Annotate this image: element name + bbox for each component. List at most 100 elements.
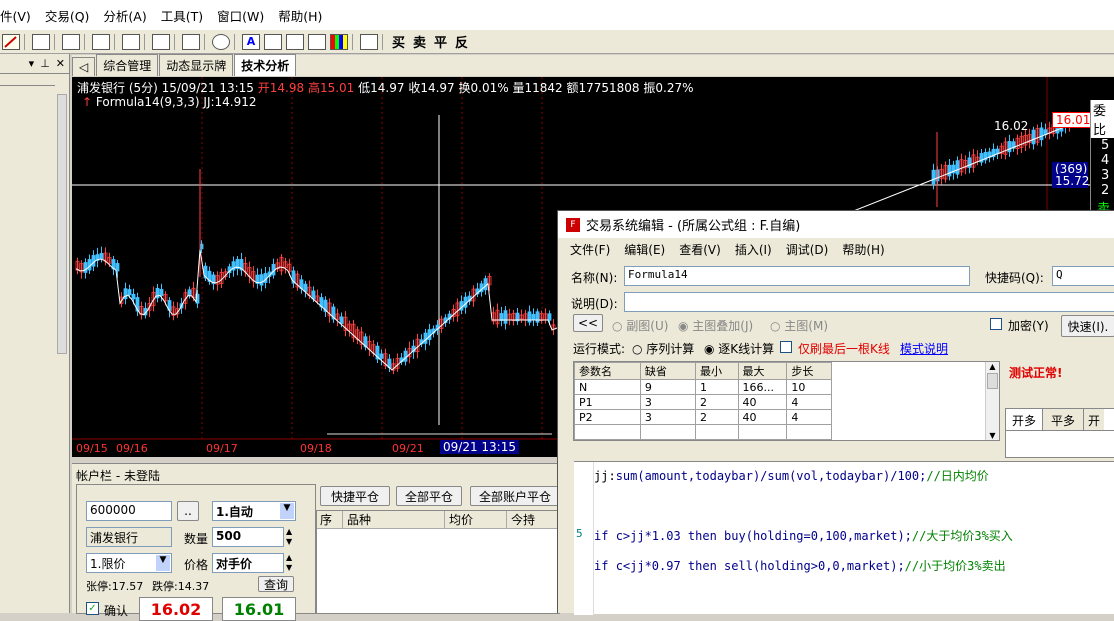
param-cell[interactable]: 3 — [639, 394, 697, 410]
menu-view[interactable]: 件(V) — [0, 6, 38, 25]
tab-technical[interactable]: 技术分析 — [234, 54, 297, 76]
buy-price-button[interactable]: 16.02 — [139, 597, 213, 621]
sell-quick-button[interactable]: 卖 — [411, 32, 428, 51]
code-line-6[interactable]: if c<jj*0.97 then sell(holding>0,0,marke… — [594, 557, 1006, 574]
menu-tools[interactable]: 工具(T) — [154, 6, 210, 25]
order-book-level-3: 3 — [1101, 168, 1110, 183]
param-cell[interactable]: 4 — [786, 409, 832, 425]
param-cell[interactable]: N — [574, 379, 641, 395]
confirm-checkbox[interactable]: ✓ — [86, 602, 99, 615]
list-icon[interactable] — [32, 33, 50, 50]
param-cell[interactable]: 3 — [639, 409, 697, 425]
dlg-menu-view[interactable]: 查看(V) — [673, 241, 727, 258]
table-row[interactable]: N 9 1 166... 10 — [574, 379, 832, 395]
collapse-button[interactable]: << — [573, 314, 603, 332]
radio-bar-calc[interactable]: ◉ 逐K线计算 — [704, 340, 774, 357]
code-line-5[interactable]: if c>jj*1.03 then buy(holding=0,100,mark… — [594, 527, 1013, 544]
copy-icon[interactable] — [308, 33, 326, 50]
rectangle-icon[interactable] — [182, 33, 200, 50]
quick-button[interactable]: 快速(I). — [1061, 315, 1114, 337]
radio-main-chart[interactable]: ○ 主图(M) — [770, 317, 828, 334]
text-icon[interactable]: A — [242, 33, 260, 50]
sell-price-button[interactable]: 16.01 — [222, 597, 296, 621]
order-book-level-4: 4 — [1101, 153, 1110, 168]
code-browse-button[interactable]: .. — [177, 501, 199, 521]
param-cell[interactable]: P1 — [574, 394, 641, 410]
scrollbar[interactable] — [57, 94, 67, 354]
dlg-menu-help[interactable]: 帮助(H) — [836, 241, 890, 258]
param-cell[interactable]: 2 — [695, 409, 739, 425]
dropdown-icon[interactable]: ▾ — [29, 57, 35, 70]
stepper-arrows-icon[interactable]: ▲ ▼ — [286, 553, 292, 573]
params-scrollbar[interactable]: ▲ ▼ — [985, 362, 999, 440]
table-row[interactable]: P1 3 2 40 4 — [574, 394, 832, 410]
image-icon[interactable] — [264, 33, 282, 50]
tab-scroll-left[interactable]: ◁ — [72, 57, 96, 76]
name-label: 名称(N): — [571, 271, 618, 285]
tab-open-short[interactable]: 开 — [1084, 409, 1105, 430]
pencil-icon[interactable] — [2, 33, 20, 50]
reverse-quick-button[interactable]: 反 — [453, 32, 470, 51]
param-cell[interactable]: 9 — [639, 379, 697, 395]
param-cell[interactable]: 40 — [737, 394, 788, 410]
bar-chart-icon[interactable] — [122, 33, 140, 50]
pin-icon[interactable]: ⊥ — [40, 57, 50, 70]
circle-icon[interactable] — [212, 33, 230, 50]
param-cell[interactable]: 166... — [737, 379, 788, 395]
tab-composite[interactable]: 综合管理 — [96, 54, 159, 76]
price-mode-stepper[interactable]: 对手价 — [212, 553, 284, 573]
menu-help[interactable]: 帮助(H) — [271, 6, 329, 25]
tab-open-long[interactable]: 开多 — [1006, 409, 1044, 430]
mode-select[interactable]: 1.自动 ▼ — [212, 501, 296, 521]
param-cell[interactable]: P2 — [574, 409, 641, 425]
close-icon[interactable]: ✕ — [56, 57, 65, 70]
stock-code-input[interactable]: 600000 — [86, 501, 172, 521]
close-all-accounts-button[interactable]: 全部账户平仓 — [470, 486, 560, 506]
color-grid-icon[interactable] — [330, 33, 348, 50]
last-bar-checkbox[interactable] — [780, 341, 792, 353]
mode-help-link[interactable]: 模式说明 — [900, 340, 948, 357]
radio-sequence-calc[interactable]: ○ 序列计算 — [632, 340, 694, 357]
param-cell[interactable]: 4 — [786, 394, 832, 410]
draw-line-icon[interactable] — [92, 33, 110, 50]
eraser-icon[interactable] — [286, 33, 304, 50]
params-table[interactable]: 参数名 缺省 最小 最大 步长 N 9 1 166... 10 P1 3 2 40 4 P2 3 2… — [574, 362, 832, 440]
columns-icon[interactable] — [62, 33, 80, 50]
properties-icon[interactable] — [360, 33, 378, 50]
query-button[interactable]: 查询 — [258, 576, 294, 592]
encrypt-checkbox[interactable] — [990, 318, 1002, 330]
param-cell[interactable]: 2 — [695, 394, 739, 410]
menu-trade[interactable]: 交易(Q) — [38, 6, 97, 25]
quick-close-button[interactable]: 快捷平仓 — [320, 486, 390, 506]
close-all-button[interactable]: 全部平仓 — [396, 486, 462, 506]
quantity-stepper[interactable]: 500 — [212, 527, 284, 547]
col-index: 序 — [317, 511, 343, 528]
dlg-menu-insert[interactable]: 插入(I) — [729, 241, 778, 258]
price-label: 价格 — [184, 558, 209, 572]
menu-analysis[interactable]: 分析(A) — [96, 6, 153, 25]
description-input[interactable] — [624, 292, 1114, 312]
table-row[interactable] — [574, 424, 832, 440]
close-quick-button[interactable]: 平 — [432, 32, 449, 51]
formula-name-input[interactable]: Formula14 — [624, 266, 970, 286]
stepper-arrows-icon[interactable]: ▲ ▼ — [286, 527, 292, 547]
candle-body — [547, 313, 552, 321]
dlg-menu-edit[interactable]: 编辑(E) — [618, 241, 671, 258]
code-line-1[interactable]: jj:sum(amount,todaybar)/sum(vol,todaybar… — [594, 467, 989, 484]
radio-sub-chart[interactable]: ○ 副图(U) — [612, 317, 668, 334]
order-type-select[interactable]: 1.限价 ▼ — [86, 553, 172, 573]
radio-main-overlay[interactable]: ◉ 主图叠加(J) — [678, 317, 753, 334]
code-editor[interactable]: jj:sum(amount,todaybar)/sum(vol,todaybar… — [574, 461, 1114, 615]
hotkey-input[interactable]: Q — [1052, 266, 1114, 286]
tab-close-long[interactable]: 平多 — [1043, 409, 1085, 430]
buy-quick-button[interactable]: 买 — [390, 32, 407, 51]
param-cell[interactable]: 1 — [695, 379, 739, 395]
dlg-menu-file[interactable]: 文件(F) — [564, 241, 616, 258]
fill-icon[interactable] — [152, 33, 170, 50]
param-cell[interactable]: 40 — [737, 409, 788, 425]
table-row[interactable]: P2 3 2 40 4 — [574, 409, 832, 425]
tab-dynamic-board[interactable]: 动态显示牌 — [159, 54, 234, 76]
menu-window[interactable]: 窗口(W) — [210, 6, 271, 25]
dlg-menu-debug[interactable]: 调试(D) — [780, 241, 835, 258]
param-cell[interactable]: 10 — [786, 379, 832, 395]
